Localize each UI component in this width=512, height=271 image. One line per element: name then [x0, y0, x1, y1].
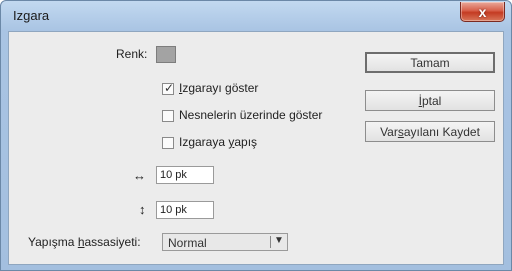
save-defaults-button[interactable]: Var s ayılanı Kaydet: [365, 121, 495, 142]
snap-to-grid-label: Izgaraya yapış: [179, 135, 258, 149]
show-over-objects-checkbox[interactable]: [162, 110, 174, 122]
horizontal-arrows-icon: ↔: [133, 168, 146, 183]
ok-button[interactable]: Tamam: [365, 52, 495, 73]
window-title: Izgara: [13, 8, 50, 23]
vertical-spacing-input[interactable]: 10 pk: [156, 201, 214, 219]
close-button[interactable]: x: [460, 2, 505, 22]
color-label: Renk:: [116, 47, 148, 61]
snap-to-grid-checkbox[interactable]: [162, 137, 174, 149]
checkmark-icon: ✓: [164, 81, 175, 95]
snap-sensitivity-value: Normal: [168, 236, 207, 250]
dropdown-separator: [270, 236, 271, 248]
close-icon: x: [478, 3, 487, 20]
color-swatch[interactable]: [156, 46, 176, 63]
horizontal-spacing-input[interactable]: 10 pk: [156, 166, 214, 184]
vertical-arrows-icon: ↕: [139, 202, 146, 217]
chevron-down-icon: ▼: [274, 235, 284, 246]
title-bar[interactable]: Izgara x: [1, 1, 511, 31]
show-over-objects-label: Nesnelerin üzerinde göster: [179, 108, 323, 122]
dialog-body: Renk: ✓ Izgarayı göster Nesnelerin üzeri…: [8, 31, 504, 265]
show-grid-label: Izgarayı göster: [179, 81, 259, 95]
cancel-button[interactable]: İptal: [365, 90, 495, 111]
snap-sensitivity-dropdown[interactable]: Normal ▼: [162, 233, 288, 251]
snap-sensitivity-label: Yapışma hassasiyeti:: [28, 235, 141, 249]
show-grid-checkbox[interactable]: ✓: [162, 81, 175, 95]
dialog-window: Izgara x Renk: ✓ Izgarayı göster Nesnele…: [0, 0, 512, 271]
